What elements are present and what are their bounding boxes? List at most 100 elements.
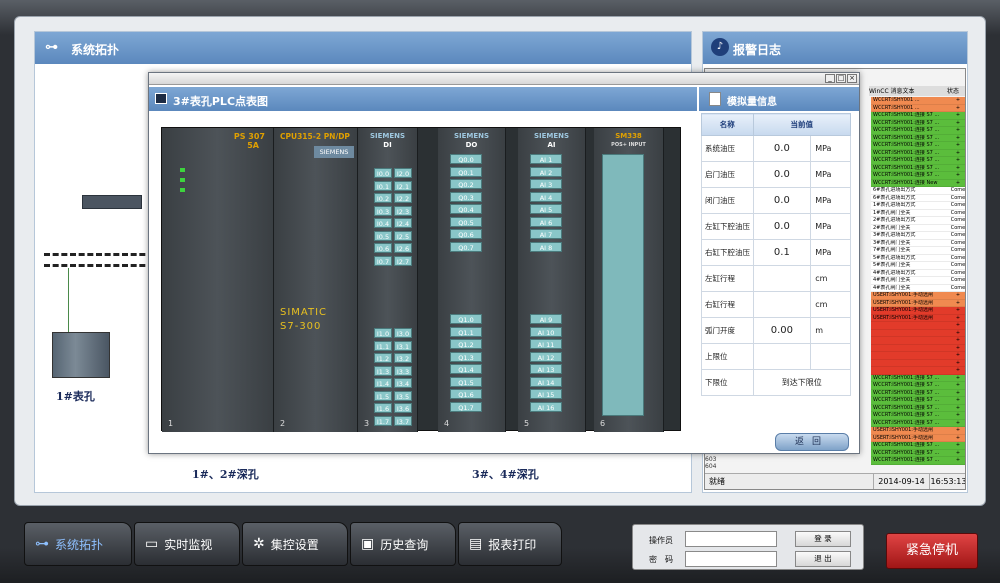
- alarm-row[interactable]: WCCRT:ISHY001:连接 S7 ... +: [871, 382, 965, 390]
- alarm-col-text[interactable]: WinCC 消息文本: [869, 86, 947, 96]
- nav-button[interactable]: ⊶ 系统拓扑: [24, 522, 132, 566]
- alarm-row[interactable]: WCCRT:ISHY001:连接 S7 ... +: [871, 134, 965, 142]
- sm338-type: POS+ INPUT: [611, 142, 646, 148]
- analog-info-section: 模拟量信息 名称 当前值 系统油压 0.0 MPa 启门油压 0.0 MPa 闭门油压 0.0…: [699, 87, 859, 453]
- connector-line: [68, 268, 69, 332]
- alarm-row[interactable]: WCCRT:ISHY001:连接 S7 ... +: [871, 389, 965, 397]
- alarm-row[interactable]: WCCRT:ISHY001:连接 S7 ... +: [871, 112, 965, 120]
- alarm-row[interactable]: 4#表孔闸门全关 Come: [871, 284, 965, 292]
- minimize-icon[interactable]: _: [825, 74, 835, 83]
- operator-input[interactable]: [685, 531, 777, 547]
- nav-button[interactable]: ▣ 历史查询: [350, 522, 456, 566]
- alarm-statusbar: 就绪 2014-09-14 16:53:13: [705, 473, 965, 489]
- di-channel: I2.4: [394, 218, 412, 228]
- di-channel: I2.7: [394, 255, 412, 266]
- alarm-row[interactable]: USERT:ISHY001:手动远闸 +: [871, 299, 965, 307]
- alarm-row[interactable]: 3#表孔进场出方式 Come: [871, 232, 966, 240]
- alarm-row[interactable]: 3#表孔闸门全关 Come: [871, 239, 966, 247]
- alarm-row[interactable]: 5#表孔闸门全关 Come: [871, 262, 965, 270]
- alarm-row[interactable]: 4#表孔闸门全关 Come: [871, 277, 965, 285]
- alarm-row[interactable]: USERT:ISHY001:手动远闸 +: [871, 427, 965, 435]
- analog-row: 闭门油压 0.0 MPa: [701, 187, 851, 214]
- alarm-row[interactable]: WCCRT:ISHY001:连接 S7 ... +: [871, 119, 965, 127]
- alarm-row[interactable]: WCCRT:ISHY001 ... +: [871, 97, 965, 105]
- alarm-row-status: +: [955, 389, 961, 396]
- di-channel: I1.7: [374, 415, 392, 426]
- analog-unit: MPa: [810, 213, 851, 240]
- alarm-row[interactable]: WCCRT:ISHY001:连接 New +: [871, 179, 965, 187]
- alarm-row[interactable]: 7#表孔闸门全关 Come: [871, 247, 965, 255]
- alarm-row-status: +: [955, 134, 961, 141]
- emergency-stop-button[interactable]: 紧急停机: [886, 533, 978, 569]
- alarm-row[interactable]: WCCRT:ISHY001:连接 S7 ... +: [871, 164, 965, 172]
- alarm-row[interactable]: WCCRT:ISHY001:连接 S7 ... +: [871, 397, 965, 405]
- alarm-row[interactable]: WCCRT:ISHY001:连接 S7 ... +: [871, 142, 965, 150]
- alarm-row[interactable]: 6#表孔进场出方式 Come: [871, 194, 965, 202]
- plc-popup-window[interactable]: _ □ × 3#表孔PLC点表图 PS 307 5A 1 CPU315-2 PN…: [148, 72, 860, 454]
- nav-button[interactable]: ▭ 实时监视: [134, 522, 240, 566]
- alarm-row[interactable]: +: [871, 359, 965, 367]
- alarm-row-status: Come: [950, 232, 966, 238]
- alarm-col-status[interactable]: 状态: [947, 86, 965, 96]
- alarm-row[interactable]: +: [871, 344, 965, 352]
- alarm-row[interactable]: 2#表孔进场出方式 Come: [871, 217, 965, 225]
- alarm-row[interactable]: WCCRT:ISHY001:连接 S7 ... +: [871, 457, 965, 465]
- alarm-row[interactable]: WCCRT:ISHY001:连接 S7 ... +: [871, 149, 965, 157]
- gear-icon: ✲: [253, 536, 265, 552]
- cpu-model-1: SIMATIC: [280, 307, 328, 318]
- di-channel: I3.3: [394, 365, 412, 376]
- label-table-1: 1#表孔: [56, 390, 95, 403]
- alarm-row[interactable]: WCCRT:ISHY001:连接 S7 ... +: [871, 449, 965, 457]
- alarm-row[interactable]: WCCRT:ISHY001:连接 S7 ... +: [871, 127, 965, 135]
- nav-button[interactable]: ▤ 报表打印: [458, 522, 562, 566]
- alarm-row[interactable]: 6#表孔进场出方式 Come: [871, 187, 965, 195]
- slot-number: 1: [168, 419, 174, 428]
- alarm-row[interactable]: WCCRT:ISHY001 ... +: [871, 104, 965, 112]
- alarm-row[interactable]: 4#表孔进场出方式 Come: [871, 269, 965, 277]
- alarm-row[interactable]: +: [871, 352, 965, 360]
- alarm-row-status: +: [955, 352, 961, 358]
- alarm-row[interactable]: USERT:ISHY001:手动远闸 +: [871, 307, 965, 315]
- alarm-row[interactable]: 1#表孔进场出方式 Come: [871, 202, 965, 210]
- alarm-row[interactable]: WCCRT:ISHY001:连接 S7 ... +: [871, 157, 965, 165]
- alarm-row[interactable]: WCCRT:ISHY001:连接 S7 ... +: [871, 442, 965, 450]
- alarm-row[interactable]: +: [871, 367, 965, 375]
- alarm-row[interactable]: +: [871, 329, 965, 337]
- di-channel: I3.0: [394, 328, 412, 338]
- nav-label: 报表打印: [488, 537, 537, 552]
- password-input[interactable]: [685, 551, 777, 567]
- nav-label: 系统拓扑: [55, 537, 104, 552]
- alarm-row[interactable]: WCCRT:ISHY001:连接 S7 ... +: [871, 412, 965, 420]
- login-button[interactable]: 登 录: [795, 531, 851, 547]
- alarm-row-status: Come: [950, 239, 966, 246]
- alarm-row[interactable]: 5#表孔进场出方式 Come: [871, 254, 965, 262]
- alarm-row-text: WCCRT:ISHY001:连接 S7 ...: [873, 382, 940, 388]
- ai-channel: AI 5: [530, 204, 562, 214]
- alarm-row[interactable]: +: [871, 337, 965, 345]
- alarm-row[interactable]: WCCRT:ISHY001:连接 S7 ... +: [871, 419, 965, 427]
- alarm-row[interactable]: USERT:ISHY001:手动远闸 +: [871, 314, 965, 322]
- alarm-row[interactable]: WCCRT:ISHY001:连接 S7 ... +: [871, 404, 965, 412]
- alarm-row[interactable]: 2#表孔闸门全关 Come: [871, 224, 965, 232]
- clipboard-icon: [709, 92, 721, 106]
- alarm-row[interactable]: 1#表孔闸门全关 Come: [871, 209, 966, 217]
- analog-name: 上限位: [701, 343, 754, 370]
- alarm-row[interactable]: WCCRT:ISHY001:连接 S7 ... +: [871, 374, 965, 382]
- alarm-row[interactable]: WCCRT:ISHY001:连接 S7 ... +: [871, 172, 965, 180]
- alarm-row[interactable]: USERT:ISHY001:手动远闸 +: [871, 292, 965, 300]
- alarm-row[interactable]: +: [871, 322, 965, 330]
- close-icon[interactable]: ×: [847, 74, 857, 83]
- analog-value: 0.00: [752, 317, 812, 344]
- login-panel: 操作员 密 码 登 录 退 出: [632, 524, 864, 570]
- maximize-icon[interactable]: □: [836, 74, 846, 83]
- logout-button[interactable]: 退 出: [795, 551, 851, 567]
- nav-button[interactable]: ✲ 集控设置: [242, 522, 348, 566]
- alarm-row-text: WCCRT:ISHY001:连接 New: [873, 179, 938, 186]
- popup-titlebar[interactable]: _ □ ×: [149, 73, 859, 85]
- alarm-row[interactable]: USERT:ISHY001:手动远闸 +: [871, 434, 965, 442]
- back-button[interactable]: 返回: [775, 433, 849, 451]
- plc-1-icon[interactable]: [52, 332, 110, 378]
- alarm-row-text: WCCRT:ISHY001:连接 S7 ...: [873, 389, 940, 396]
- di-channel: I0.4: [374, 218, 392, 228]
- alarm-row-status: Come: [950, 209, 966, 216]
